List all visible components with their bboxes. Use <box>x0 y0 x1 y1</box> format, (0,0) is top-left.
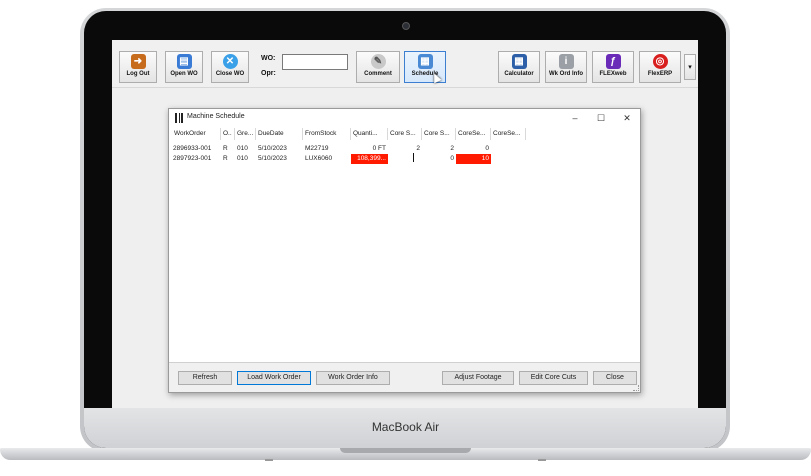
calculator-label: Calculator <box>504 71 534 77</box>
laptop-notch <box>340 448 471 453</box>
wo-label: WO: <box>261 55 276 62</box>
app-screen: ➜ Log Out ▤ Open WO ✕ Close WO WO: Opr: … <box>112 40 698 408</box>
open-wo-label: Open WO <box>170 71 198 77</box>
text-cursor-icon <box>413 153 414 162</box>
close-window-button[interactable]: ✕ <box>614 110 640 126</box>
edit-core-cuts-button[interactable]: Edit Core Cuts <box>519 371 588 385</box>
laptop-foot <box>538 459 546 461</box>
document-info-icon: i <box>558 54 574 69</box>
column-header-o[interactable]: O.. <box>221 128 235 140</box>
logout-button[interactable]: ➜ Log Out <box>119 51 157 83</box>
load-work-order-button[interactable]: Load Work Order <box>237 371 311 385</box>
column-header-core-s1[interactable]: Core S... <box>388 128 422 140</box>
column-header-corese2[interactable]: CoreSe... <box>491 128 526 140</box>
column-header-corese1[interactable]: CoreSe... <box>456 128 491 140</box>
work-order-info-button[interactable]: Work Order Info <box>316 371 390 385</box>
table-cell[interactable]: 5/10/2023 <box>258 154 303 164</box>
flexweb-label: FLEXweb <box>599 71 627 77</box>
table-cell[interactable]: 5/10/2023 <box>258 144 303 154</box>
flexerp-label: FlexERP <box>647 71 673 77</box>
pen-icon: ✎ <box>370 54 386 69</box>
table-cell[interactable]: 2897923-001 <box>173 154 221 164</box>
table-cell[interactable]: R <box>223 154 235 164</box>
maximize-button[interactable]: ☐ <box>588 110 614 126</box>
adjust-footage-button[interactable]: Adjust Footage <box>442 371 514 385</box>
machine-schedule-dialog: Machine Schedule – ☐ ✕ WorkOrder O.. Gre… <box>168 108 641 393</box>
table-cell[interactable]: R <box>223 144 235 154</box>
table-cell[interactable]: 2 <box>388 144 422 154</box>
schedule-grid: WorkOrder O.. Gre... DueDate FromStock Q… <box>172 128 637 360</box>
schedule-icon: ▦ <box>417 54 433 69</box>
close-wo-label: Close WO <box>215 71 245 77</box>
column-header-gre[interactable]: Gre... <box>235 128 256 140</box>
column-header-workorder[interactable]: WorkOrder <box>172 128 221 140</box>
barcode-icon <box>175 113 183 123</box>
table-cell[interactable] <box>491 154 526 164</box>
dialog-titlebar[interactable]: Machine Schedule – ☐ ✕ <box>169 109 640 127</box>
column-header-core-s2[interactable]: Core S... <box>422 128 456 140</box>
table-cell[interactable]: 0 <box>456 144 491 154</box>
calculator-button[interactable]: ▦ Calculator <box>498 51 540 83</box>
table-cell-highlighted[interactable]: 108,399... <box>351 154 388 164</box>
close-x-icon: ✕ <box>222 54 238 69</box>
table-cell[interactable]: M22719 <box>305 144 351 154</box>
minimize-button[interactable]: – <box>562 110 588 126</box>
comment-button[interactable]: ✎ Comment <box>356 51 400 83</box>
flexerp-button[interactable]: ◎ FlexERP <box>639 51 681 83</box>
table-cell-highlighted[interactable]: 10 <box>456 154 491 164</box>
camera-icon <box>402 22 410 30</box>
table-cell[interactable]: 010 <box>237 154 256 164</box>
flexerp-logo-icon: ◎ <box>652 54 668 69</box>
brand-label: MacBook Air <box>371 420 440 434</box>
comment-label: Comment <box>364 71 392 77</box>
wk-ord-info-label: Wk Ord Info <box>549 71 583 77</box>
table-cell[interactable]: 0 <box>422 154 456 164</box>
open-wo-button[interactable]: ▤ Open WO <box>165 51 203 83</box>
resize-grip-icon[interactable] <box>633 385 639 391</box>
laptop-frame: MacBook Air ➜ Log Out ▤ Open WO ✕ Close … <box>0 0 811 476</box>
open-work-order-icon: ▤ <box>176 54 192 69</box>
logout-door-icon: ➜ <box>130 54 146 69</box>
flexweb-button[interactable]: ƒ FLEXweb <box>592 51 634 83</box>
table-cell[interactable]: 2 <box>422 144 456 154</box>
close-button[interactable]: Close <box>593 371 637 385</box>
table-cell[interactable]: 0 FT <box>351 144 388 154</box>
calculator-icon: ▦ <box>511 54 527 69</box>
opr-label: Opr: <box>261 70 276 77</box>
dialog-button-row: Refresh Load Work Order Work Order Info … <box>169 362 640 392</box>
wk-ord-info-button[interactable]: i Wk Ord Info <box>545 51 587 83</box>
table-cell[interactable]: 010 <box>237 144 256 154</box>
refresh-button[interactable]: Refresh <box>178 371 232 385</box>
logout-label: Log Out <box>126 71 150 77</box>
wo-input[interactable] <box>282 54 348 70</box>
table-cell[interactable] <box>388 154 422 164</box>
table-cell[interactable] <box>491 144 526 154</box>
column-header-fromstock[interactable]: FromStock <box>303 128 351 140</box>
flexweb-logo-icon: ƒ <box>605 54 621 69</box>
laptop-foot <box>265 459 273 461</box>
dialog-title: Machine Schedule <box>187 113 245 120</box>
column-header-duedate[interactable]: DueDate <box>256 128 303 140</box>
column-header-quantity[interactable]: Quanti... <box>351 128 388 140</box>
toolbar-more-dropdown[interactable]: ▾ <box>684 54 696 80</box>
close-wo-button[interactable]: ✕ Close WO <box>211 51 249 83</box>
table-cell[interactable]: 2896933-001 <box>173 144 221 154</box>
table-cell[interactable]: LUX6060 <box>305 154 351 164</box>
main-toolbar: ➜ Log Out ▤ Open WO ✕ Close WO WO: Opr: … <box>112 40 698 88</box>
